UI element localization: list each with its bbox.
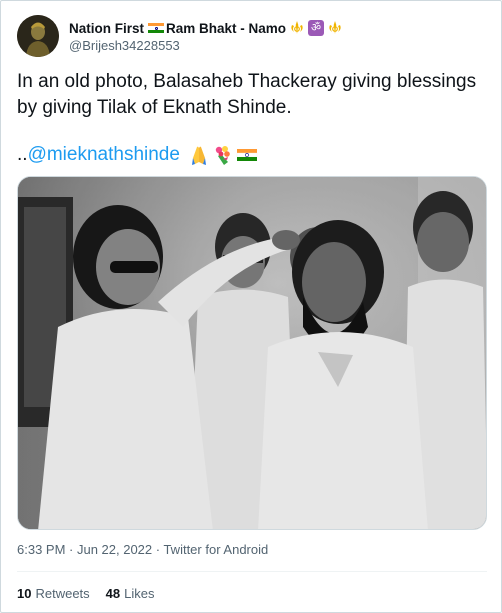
display-name-part2[interactable]: Ram Bhakt - Namo bbox=[166, 21, 286, 36]
retweets-count: 10 bbox=[17, 586, 32, 601]
mention-link[interactable]: @mieknathshinde bbox=[28, 144, 180, 166]
avatar-icon bbox=[17, 15, 59, 57]
likes-label: Likes bbox=[124, 586, 155, 601]
emoji-row bbox=[188, 144, 258, 166]
india-flag-emoji-icon bbox=[236, 144, 258, 166]
tweet-text: In an old photo, Balasaheb Thackeray giv… bbox=[17, 71, 477, 118]
likes-stat[interactable]: 48 Likes bbox=[106, 586, 155, 601]
likes-count: 48 bbox=[105, 586, 121, 601]
retweets-label: Retweets bbox=[35, 586, 90, 601]
india-flag-icon bbox=[148, 22, 165, 34]
tweet-card: Nation First Ram Bhakt - Namo ॐ @Brijesh… bbox=[0, 0, 502, 613]
historical-photo-image bbox=[18, 177, 486, 529]
tweet-stats: 10 Retweets 48 Likes bbox=[17, 586, 171, 601]
om-icon: ॐ bbox=[308, 20, 325, 36]
khanda-icon bbox=[289, 20, 305, 36]
author-handle[interactable]: @Brijesh34228553 bbox=[69, 38, 180, 53]
retweets-stat[interactable]: 10 Retweets bbox=[17, 586, 90, 601]
avatar[interactable] bbox=[17, 15, 59, 57]
khanda-icon-2 bbox=[327, 20, 343, 36]
divider bbox=[17, 571, 487, 572]
folded-hands-icon bbox=[188, 144, 210, 166]
author-name-row[interactable]: Nation First Ram Bhakt - Namo ॐ bbox=[69, 18, 343, 38]
display-name-part1[interactable]: Nation First bbox=[69, 21, 144, 36]
tweet-timestamp[interactable]: 6:33 PM · Jun 22, 2022 · Twitter for And… bbox=[17, 542, 268, 557]
bouquet-icon bbox=[212, 144, 234, 166]
mention-prefix: .. bbox=[17, 144, 28, 165]
tweet-photo[interactable] bbox=[17, 176, 487, 530]
mention-row: .. @mieknathshinde bbox=[17, 142, 258, 168]
